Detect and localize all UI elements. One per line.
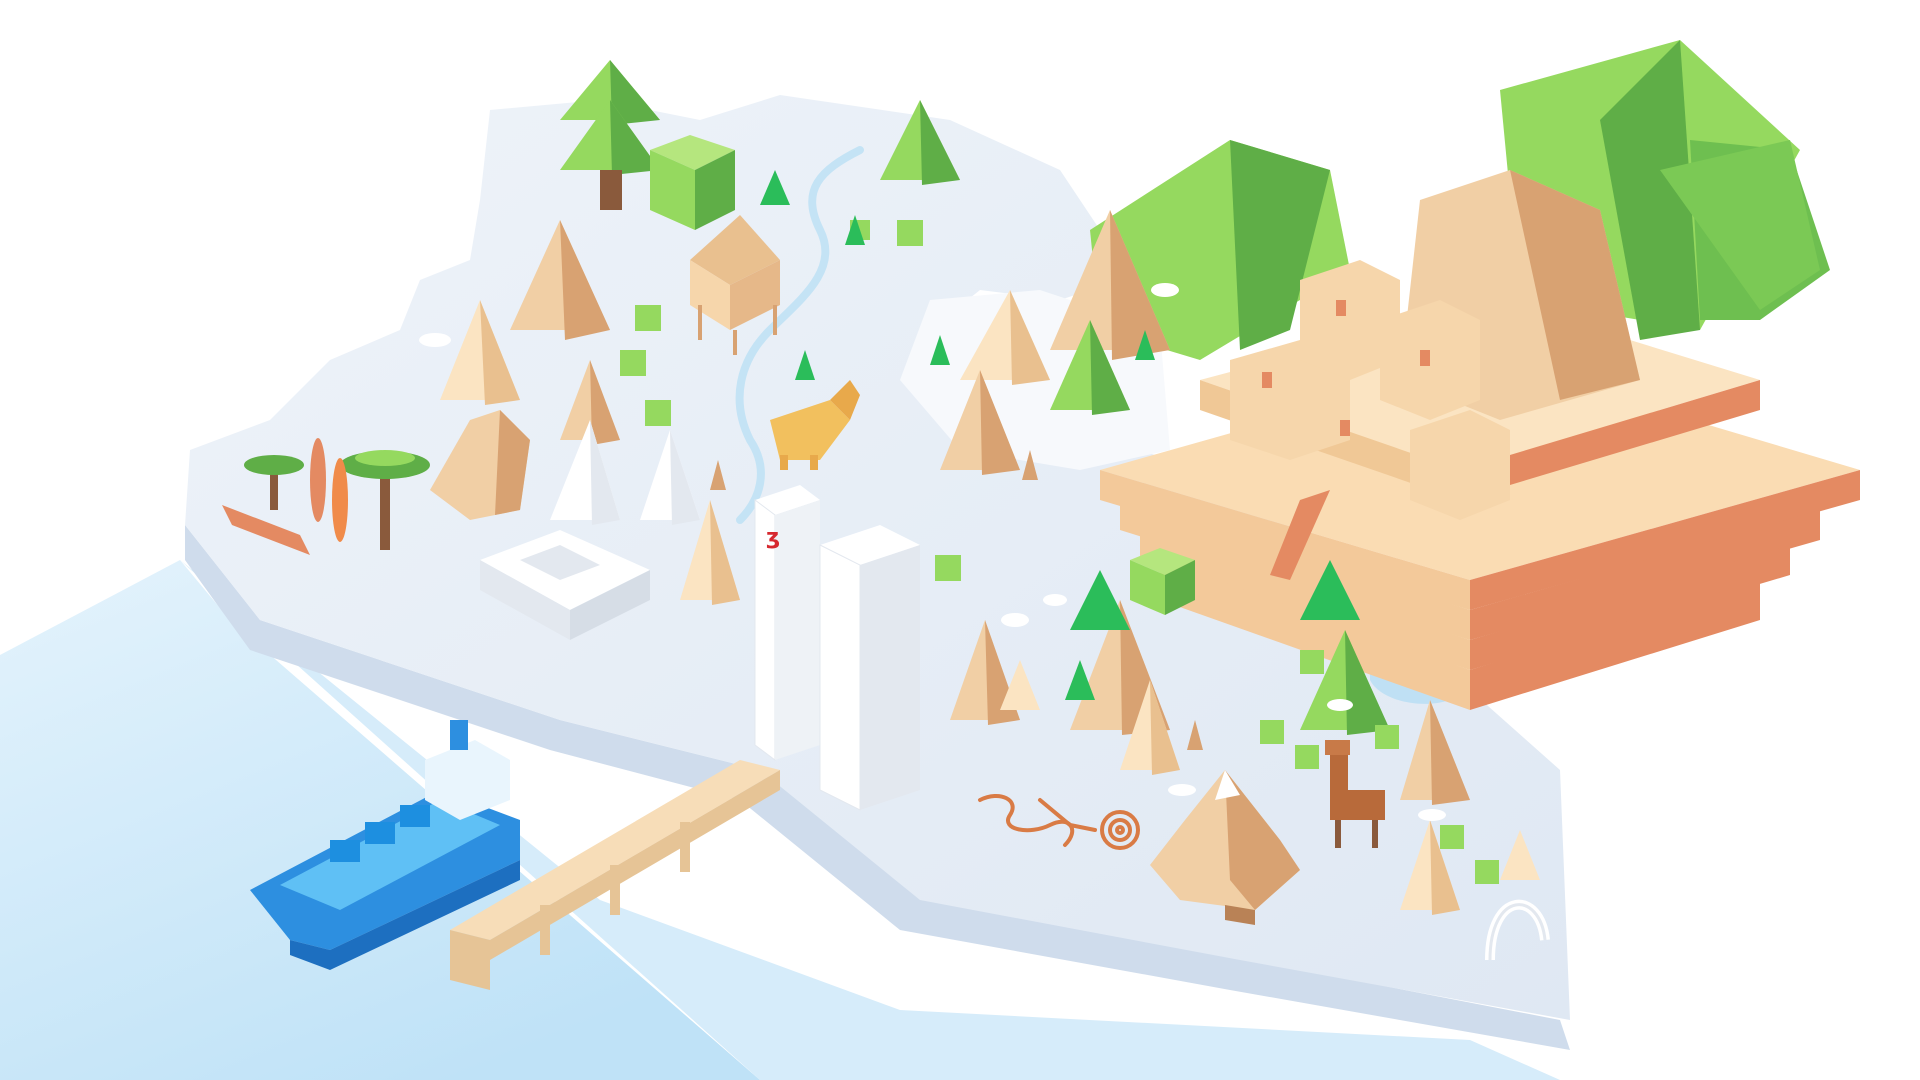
isometric-map-scene: ʒ: [0, 40, 1860, 1080]
logo-glyph: ʒ: [766, 525, 780, 550]
